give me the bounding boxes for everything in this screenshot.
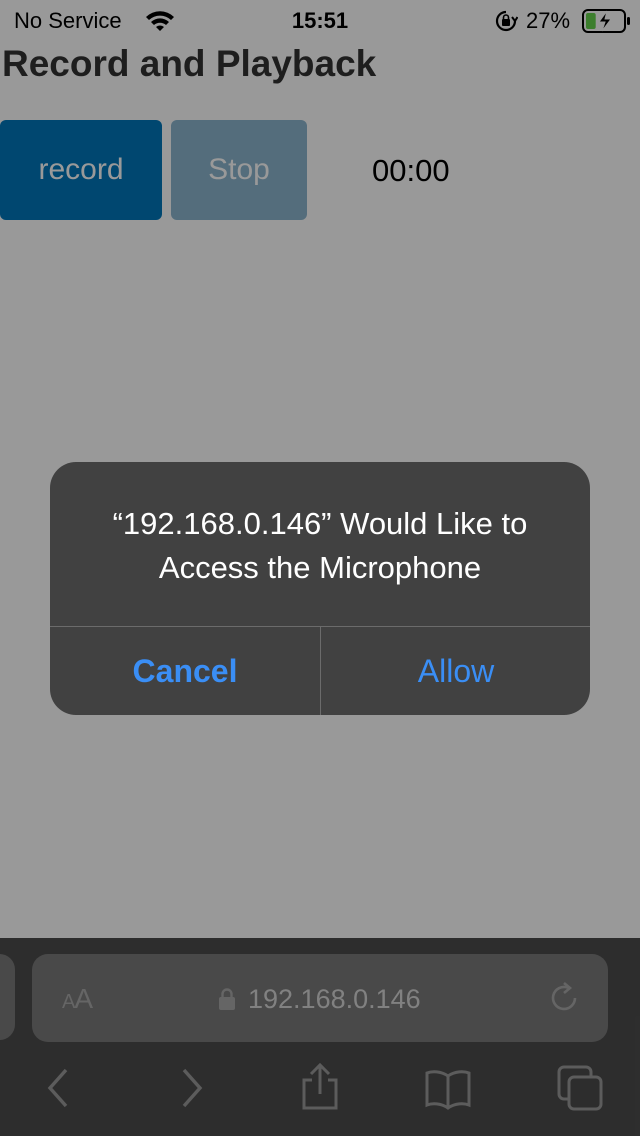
cancel-button[interactable]: Cancel <box>50 627 320 715</box>
allow-button[interactable]: Allow <box>321 627 590 715</box>
alert-title: “192.168.0.146” Would Like to Access the… <box>112 506 528 585</box>
microphone-permission-alert: “192.168.0.146” Would Like to Access the… <box>50 462 590 715</box>
